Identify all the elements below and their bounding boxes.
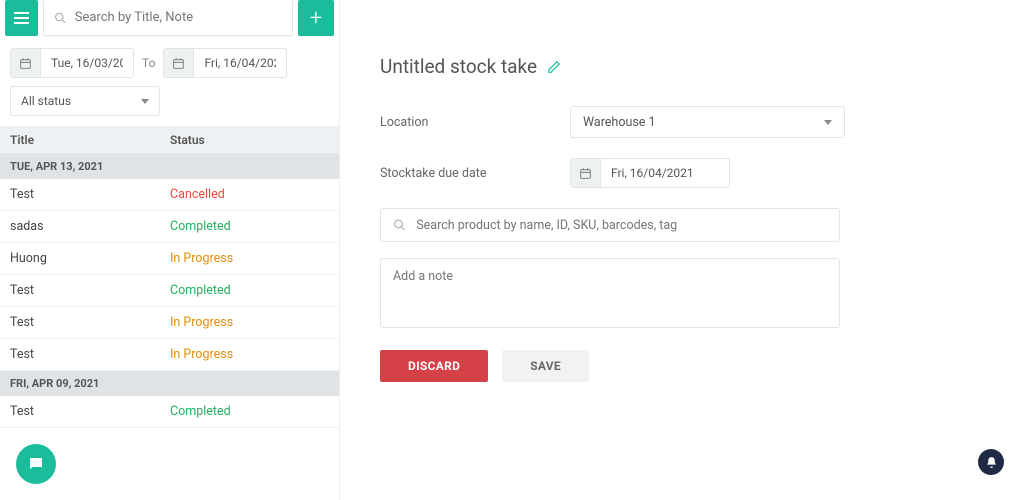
list-group-header: TUE, APR 13, 2021	[0, 154, 339, 179]
list-item[interactable]: TestIn Progress	[0, 307, 339, 339]
date-from-picker[interactable]	[10, 48, 134, 78]
list-item[interactable]: sadasCompleted	[0, 211, 339, 243]
search-icon	[393, 218, 406, 232]
note-box[interactable]	[380, 258, 840, 328]
bell-icon	[985, 456, 998, 469]
status-filter-label: All status	[21, 94, 71, 108]
list-group-header: FRI, APR 09, 2021	[0, 371, 339, 396]
product-search-box[interactable]	[380, 208, 840, 242]
location-select[interactable]: Warehouse 1	[570, 106, 845, 138]
search-input[interactable]	[75, 10, 282, 25]
chat-fab[interactable]	[16, 444, 56, 484]
location-value: Warehouse 1	[583, 115, 656, 130]
list-item-title: Test	[10, 283, 170, 298]
add-button[interactable]: +	[298, 0, 334, 36]
discard-button[interactable]: DISCARD	[380, 350, 488, 382]
list-item-status: In Progress	[170, 347, 329, 362]
calendar-icon	[164, 48, 194, 78]
list-item-status: Completed	[170, 404, 329, 419]
stocktake-list: Title Status TUE, APR 13, 2021TestCancel…	[0, 126, 339, 500]
search-icon	[54, 11, 67, 25]
list-item-title: Test	[10, 187, 170, 202]
list-item-status: Completed	[170, 219, 329, 234]
date-from-input[interactable]	[41, 56, 133, 70]
list-item-title: Test	[10, 347, 170, 362]
search-box[interactable]	[43, 0, 293, 36]
notifications-fab[interactable]	[978, 449, 1004, 475]
due-date-input[interactable]	[601, 166, 711, 180]
edit-title-button[interactable]	[547, 60, 561, 74]
list-item[interactable]: TestCancelled	[0, 179, 339, 211]
menu-button[interactable]	[5, 0, 38, 36]
list-item-title: Test	[10, 315, 170, 330]
product-search-input[interactable]	[416, 218, 827, 233]
date-to-input[interactable]	[194, 56, 286, 70]
date-to-picker[interactable]	[163, 48, 287, 78]
chevron-down-icon	[824, 120, 832, 125]
hamburger-icon	[14, 17, 29, 19]
calendar-icon	[11, 48, 41, 78]
list-item-status: In Progress	[170, 251, 329, 266]
plus-icon: +	[310, 6, 322, 31]
list-item-title: Test	[10, 404, 170, 419]
col-header-status: Status	[170, 133, 329, 147]
list-item[interactable]: TestIn Progress	[0, 339, 339, 371]
date-to-label: To	[142, 56, 155, 70]
list-header: Title Status	[0, 127, 339, 154]
note-input[interactable]	[393, 269, 827, 317]
col-header-title: Title	[10, 133, 170, 147]
detail-pane: Untitled stock take Location Warehouse 1…	[340, 0, 1024, 500]
pencil-icon	[547, 60, 561, 74]
due-date-label: Stocktake due date	[380, 166, 570, 181]
list-item[interactable]: TestCompleted	[0, 396, 339, 428]
sidebar: + To All status	[0, 0, 340, 500]
list-item[interactable]: TestCompleted	[0, 275, 339, 307]
list-item-status: Cancelled	[170, 187, 329, 202]
list-item-title: Huong	[10, 251, 170, 266]
list-item-title: sadas	[10, 219, 170, 234]
list-item[interactable]: HuongIn Progress	[0, 243, 339, 275]
list-item-status: Completed	[170, 283, 329, 298]
due-date-picker[interactable]	[570, 158, 730, 188]
page-title: Untitled stock take	[380, 55, 537, 78]
save-button[interactable]: SAVE	[502, 350, 589, 382]
chat-icon	[27, 455, 45, 473]
calendar-icon	[571, 158, 601, 188]
list-item-status: In Progress	[170, 315, 329, 330]
location-label: Location	[380, 115, 570, 130]
status-filter-select[interactable]: All status	[10, 86, 160, 116]
chevron-down-icon	[141, 99, 149, 104]
